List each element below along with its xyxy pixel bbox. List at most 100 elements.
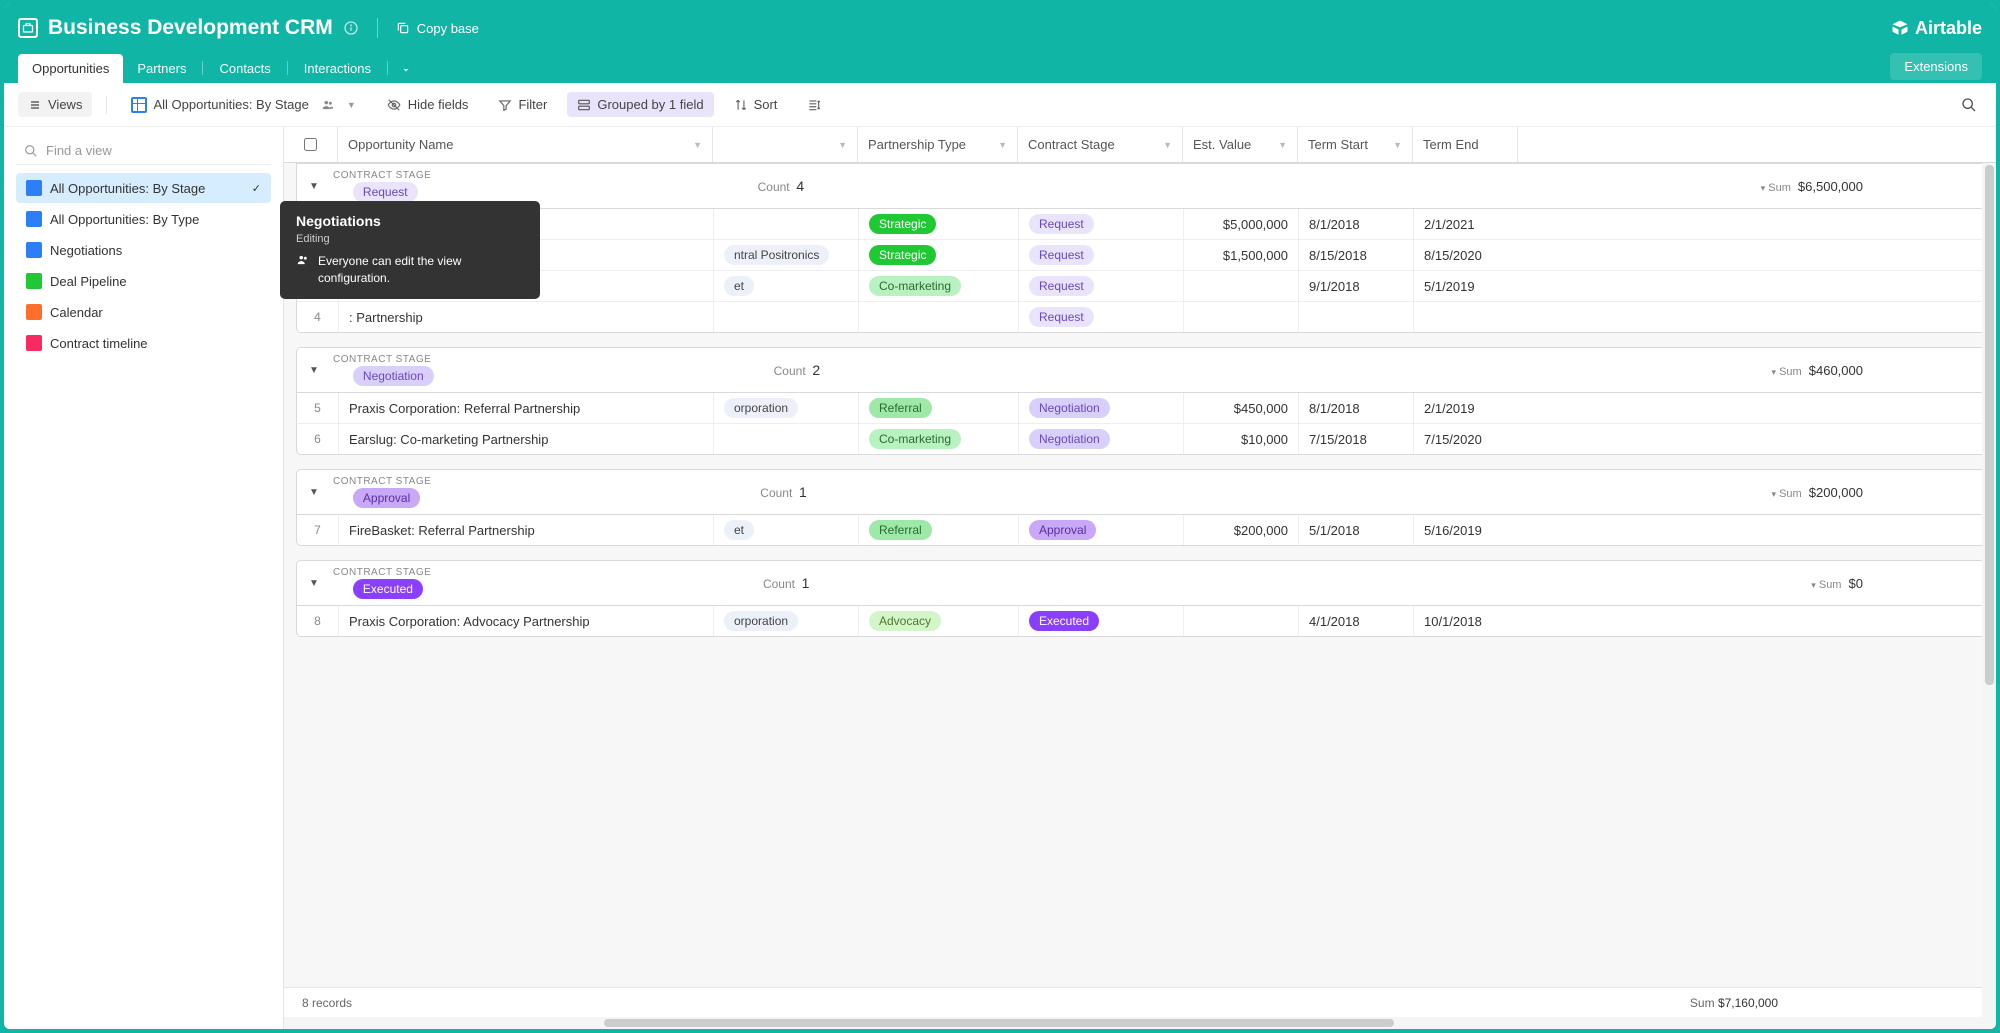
cell-name[interactable]: Praxis Corporation: Advocacy Partnership — [339, 606, 714, 636]
cell-cstage[interactable]: Request — [1019, 271, 1184, 301]
cell-partner[interactable] — [714, 424, 859, 454]
filter-button[interactable]: Filter — [488, 92, 557, 117]
chevron-down-icon[interactable]: ▼ — [1393, 140, 1402, 150]
table-row[interactable]: 7FireBasket: Referral PartnershipetRefer… — [296, 515, 1986, 546]
group-header[interactable]: ▼CONTRACT STAGENegotiationCount 2▾ Sum $… — [296, 347, 1986, 393]
cell-ptype[interactable]: Strategic — [859, 209, 1019, 239]
scrollbar-horizontal[interactable] — [284, 1017, 1996, 1029]
current-view-button[interactable]: All Opportunities: By Stage ▼ — [121, 92, 365, 118]
find-view-search[interactable] — [16, 137, 271, 165]
chevron-down-icon[interactable]: ▼ — [838, 140, 847, 150]
cell-tend[interactable]: 8/15/2020 — [1414, 240, 1519, 270]
cell-name[interactable]: : Partnership — [339, 302, 714, 332]
cell-tend[interactable]: 7/15/2020 — [1414, 424, 1519, 454]
table-row[interactable]: 3artnershipetCo-marketingRequest9/1/2018… — [296, 271, 1986, 302]
col-header-name[interactable]: Opportunity Name▼ — [338, 127, 713, 162]
sidebar-view-item[interactable]: All Opportunities: By Stage✓ — [16, 173, 271, 203]
chevron-down-icon[interactable]: ▼ — [1163, 140, 1172, 150]
cell-tend[interactable]: 10/1/2018 — [1414, 606, 1519, 636]
cell-partner[interactable]: et — [714, 271, 859, 301]
cell-partner[interactable]: orporation — [714, 393, 859, 423]
cell-tstart[interactable]: 8/1/2018 — [1299, 209, 1414, 239]
cell-tstart[interactable]: 4/1/2018 — [1299, 606, 1414, 636]
cell-value[interactable] — [1184, 606, 1299, 636]
table-row[interactable]: 6Earslug: Co-marketing PartnershipCo-mar… — [296, 424, 1986, 455]
cell-tstart[interactable]: 9/1/2018 — [1299, 271, 1414, 301]
search-button[interactable] — [1956, 92, 1982, 118]
cell-tstart[interactable]: 8/15/2018 — [1299, 240, 1414, 270]
group-header[interactable]: ▼CONTRACT STAGEApprovalCount 1▾ Sum $200… — [296, 469, 1986, 515]
views-toggle-button[interactable]: Views — [18, 92, 92, 117]
col-header-ptype[interactable]: Partnership Type▼ — [858, 127, 1018, 162]
cell-cstage[interactable]: Negotiation — [1019, 393, 1184, 423]
cell-tend[interactable]: 5/16/2019 — [1414, 515, 1519, 545]
cell-partner[interactable] — [714, 302, 859, 332]
cell-tstart[interactable] — [1299, 302, 1414, 332]
cell-value[interactable]: $200,000 — [1184, 515, 1299, 545]
find-view-input[interactable] — [46, 143, 263, 158]
col-header-value[interactable]: Est. Value▼ — [1183, 127, 1298, 162]
sort-button[interactable]: Sort — [724, 92, 788, 117]
brand-logo[interactable]: Airtable — [1891, 18, 1982, 39]
col-header-tend[interactable]: Term End — [1413, 127, 1518, 162]
table-row[interactable]: 4: PartnershipRequest — [296, 302, 1986, 333]
cell-value[interactable]: $450,000 — [1184, 393, 1299, 423]
cell-value[interactable]: $1,500,000 — [1184, 240, 1299, 270]
cell-ptype[interactable] — [859, 302, 1019, 332]
chevron-down-icon[interactable]: ▼ — [693, 140, 702, 150]
collapse-toggle[interactable]: ▼ — [309, 181, 319, 192]
info-icon[interactable] — [343, 20, 359, 36]
cell-ptype[interactable]: Referral — [859, 515, 1019, 545]
cell-tstart[interactable]: 8/1/2018 — [1299, 393, 1414, 423]
add-tab-button[interactable] — [390, 57, 422, 83]
sidebar-view-item[interactable]: All Opportunities: By Type — [16, 204, 271, 234]
cell-tstart[interactable]: 7/15/2018 — [1299, 424, 1414, 454]
cell-tstart[interactable]: 5/1/2018 — [1299, 515, 1414, 545]
cell-value[interactable]: $10,000 — [1184, 424, 1299, 454]
sidebar-view-item[interactable]: Calendar — [16, 297, 271, 327]
sidebar-view-item[interactable]: Deal Pipeline — [16, 266, 271, 296]
col-header-partner[interactable]: ▼ — [713, 127, 858, 162]
cell-ptype[interactable]: Referral — [859, 393, 1019, 423]
hide-fields-button[interactable]: Hide fields — [376, 92, 479, 117]
cell-name[interactable]: Earslug: Co-marketing Partnership — [339, 424, 714, 454]
extensions-button[interactable]: Extensions — [1890, 53, 1982, 80]
cell-value[interactable]: $5,000,000 — [1184, 209, 1299, 239]
table-row[interactable]: 1pStrategicRequest$5,000,0008/1/20182/1/… — [296, 209, 1986, 240]
cell-tend[interactable]: 2/1/2021 — [1414, 209, 1519, 239]
sidebar-view-item[interactable]: Negotiations — [16, 235, 271, 265]
group-header[interactable]: ▼CONTRACT STAGERequestCount 4▾ Sum $6,50… — [296, 163, 1986, 209]
cell-value[interactable] — [1184, 302, 1299, 332]
table-row[interactable]: 2Strategic Partnershipntral PositronicsS… — [296, 240, 1986, 271]
cell-tend[interactable] — [1414, 302, 1519, 332]
select-all-checkbox[interactable] — [284, 127, 338, 162]
cell-partner[interactable]: orporation — [714, 606, 859, 636]
cell-ptype[interactable]: Co-marketing — [859, 424, 1019, 454]
cell-partner[interactable] — [714, 209, 859, 239]
chevron-down-icon[interactable]: ▼ — [998, 140, 1007, 150]
table-row[interactable]: 8Praxis Corporation: Advocacy Partnershi… — [296, 606, 1986, 637]
cell-cstage[interactable]: Request — [1019, 240, 1184, 270]
scrollbar-vertical[interactable] — [1982, 163, 1996, 1029]
cell-ptype[interactable]: Advocacy — [859, 606, 1019, 636]
copy-base-button[interactable]: Copy base — [396, 21, 479, 36]
col-header-cstage[interactable]: Contract Stage▼ — [1018, 127, 1183, 162]
cell-ptype[interactable]: Co-marketing — [859, 271, 1019, 301]
cell-cstage[interactable]: Request — [1019, 302, 1184, 332]
cell-cstage[interactable]: Request — [1019, 209, 1184, 239]
tab-opportunities[interactable]: Opportunities — [18, 54, 123, 83]
cell-tend[interactable]: 5/1/2019 — [1414, 271, 1519, 301]
cell-cstage[interactable]: Approval — [1019, 515, 1184, 545]
collapse-toggle[interactable]: ▼ — [309, 487, 319, 498]
group-button[interactable]: Grouped by 1 field — [567, 92, 713, 117]
collapse-toggle[interactable]: ▼ — [309, 578, 319, 589]
base-title[interactable]: Business Development CRM — [48, 16, 333, 40]
grid-body[interactable]: ▼CONTRACT STAGERequestCount 4▾ Sum $6,50… — [284, 163, 1996, 987]
cell-value[interactable] — [1184, 271, 1299, 301]
sidebar-view-item[interactable]: Contract timeline — [16, 328, 271, 358]
tab-contacts[interactable]: Contacts — [205, 54, 284, 83]
tab-interactions[interactable]: Interactions — [290, 54, 385, 83]
cell-ptype[interactable]: Strategic — [859, 240, 1019, 270]
group-header[interactable]: ▼CONTRACT STAGEExecutedCount 1▾ Sum $0 — [296, 560, 1986, 606]
cell-tend[interactable]: 2/1/2019 — [1414, 393, 1519, 423]
